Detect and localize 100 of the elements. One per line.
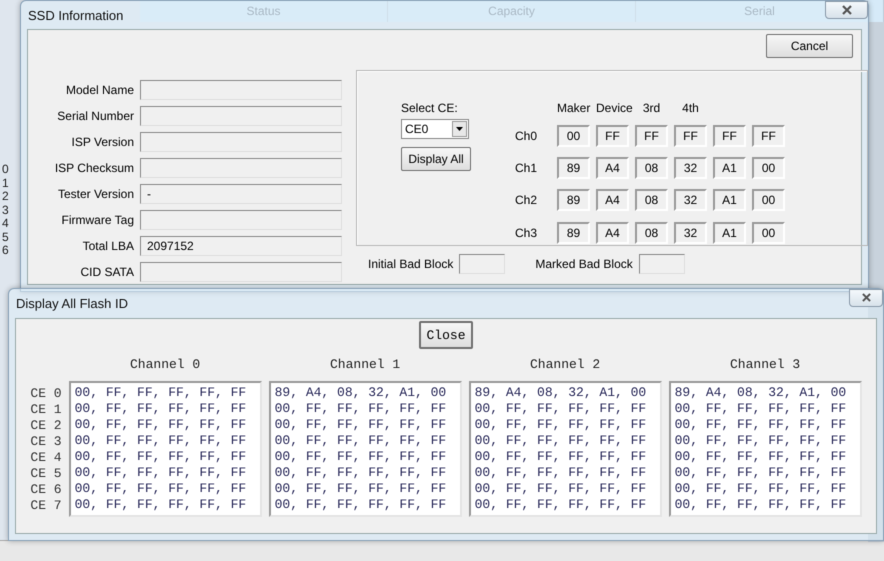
close-icon [840, 5, 852, 15]
ce-label: CE 5 [30, 466, 62, 482]
input-field[interactable]: - [140, 184, 342, 204]
close-icon [860, 293, 872, 302]
display-all-button[interactable]: Display All [401, 147, 471, 171]
id-row-text: 00, FF, FF, FF, FF, FF [274, 401, 448, 417]
id-row-text: 00, FF, FF, FF, FF, FF [474, 433, 648, 449]
row-number: 5 [2, 230, 9, 244]
ce-label: CE 3 [30, 434, 62, 450]
byte-field: 00 [752, 189, 785, 212]
field-label: ISP Checksum [54, 161, 134, 175]
caret-icon [456, 127, 463, 131]
id-row-text: 00, FF, FF, FF, FF, FF [74, 417, 248, 433]
id-row-text: 00, FF, FF, FF, FF, FF [274, 433, 448, 449]
field-label: Serial Number [56, 109, 134, 123]
byte-field: 08 [635, 222, 668, 244]
window-title: SSD Information [28, 8, 124, 22]
field-label: Tester Version [56, 187, 134, 201]
input-field[interactable] [140, 262, 342, 282]
byte-field: 08 [635, 189, 668, 212]
row-number: 0 [2, 163, 9, 176]
byte-field: A4 [596, 189, 629, 212]
id-row-text: 00, FF, FF, FF, FF, FF [274, 465, 448, 481]
id-row-text: 00, FF, FF, FF, FF, FF [74, 465, 248, 481]
channel-label: Ch1 [515, 160, 538, 175]
row-number: 6 [2, 244, 9, 258]
field-label: Select CE: [401, 101, 459, 115]
byte-field: 08 [635, 156, 668, 179]
byte-field: 89 [557, 156, 590, 179]
field-label: Initial Bad Block [368, 257, 454, 271]
field-label: Total LBA [82, 239, 134, 253]
id-row-text: 00, FF, FF, FF, FF, FF [74, 481, 248, 497]
column-header: 3rd [642, 102, 662, 114]
channel-title: Channel 3 [730, 357, 800, 373]
window-title: Display All Flash ID [16, 296, 128, 311]
close-button[interactable] [825, 1, 868, 19]
channel-label: Ch3 [515, 226, 538, 240]
input-field[interactable] [140, 80, 342, 100]
id-row-text: 00, FF, FF, FF, FF, FF [674, 449, 848, 465]
column-header: Maker [557, 102, 590, 114]
field-label: Marked Bad Block [535, 257, 633, 271]
byte-field: FF [752, 124, 785, 147]
ce-label: CE 0 [30, 386, 62, 402]
field-label: Model Name [64, 83, 134, 97]
byte-field: A1 [713, 156, 746, 179]
id-row-text: 89, A4, 08, 32, A1, 00 [674, 385, 848, 401]
byte-field: A4 [596, 156, 629, 179]
field-label: CID SATA [79, 265, 134, 279]
byte-field: A4 [596, 222, 629, 244]
id-row-text: 00, FF, FF, FF, FF, FF [674, 433, 848, 449]
id-row-text: 00, FF, FF, FF, FF, FF [274, 417, 448, 433]
byte-field: 89 [557, 222, 590, 244]
id-row-text: 00, FF, FF, FF, FF, FF [474, 449, 648, 465]
id-row-text: 00, FF, FF, FF, FF, FF [674, 401, 848, 417]
channel-label: Ch0 [515, 128, 538, 143]
row-number: 2 [2, 190, 9, 204]
ce-label: CE 1 [30, 402, 62, 418]
ce-label: CE 2 [30, 418, 62, 434]
id-row-text: 89, A4, 08, 32, A1, 00 [474, 385, 648, 401]
byte-field: A1 [713, 189, 746, 212]
row-number: 3 [2, 204, 9, 217]
byte-field: FF [674, 124, 707, 147]
id-row-text: 00, FF, FF, FF, FF, FF [74, 401, 248, 417]
ce-label: CE 4 [30, 450, 62, 466]
input-field[interactable] [638, 254, 685, 274]
input-field[interactable] [140, 210, 342, 230]
id-row-text: 00, FF, FF, FF, FF, FF [474, 481, 648, 497]
field-label: ISP Version [70, 135, 134, 149]
field-label: Firmware Tag [60, 213, 134, 227]
id-row-text: 00, FF, FF, FF, FF, FF [474, 401, 648, 417]
input-field[interactable]: 2097152 [140, 236, 342, 256]
input-field[interactable] [140, 106, 342, 126]
byte-field: 32 [674, 156, 707, 179]
input-field[interactable] [140, 158, 342, 178]
ce-label: CE 7 [30, 498, 62, 514]
id-row-text: 00, FF, FF, FF, FF, FF [674, 481, 848, 497]
id-row-text: 00, FF, FF, FF, FF, FF [74, 385, 248, 401]
byte-field: A1 [713, 222, 746, 244]
byte-field: FF [635, 124, 668, 147]
id-row-text: 89, A4, 08, 32, A1, 00 [274, 385, 448, 401]
byte-field: FF [596, 124, 629, 147]
input-field[interactable] [140, 132, 342, 152]
channel-title: Channel 0 [130, 357, 200, 373]
id-row-text: 00, FF, FF, FF, FF, FF [474, 417, 648, 433]
cancel-button[interactable]: Cancel [766, 34, 853, 58]
input-field[interactable] [459, 254, 506, 274]
ce-dropdown[interactable]: CE0 [401, 119, 469, 139]
byte-field: 00 [752, 156, 785, 179]
byte-field: 32 [674, 189, 707, 212]
id-row-text: 00, FF, FF, FF, FF, FF [274, 497, 448, 513]
byte-field: 32 [674, 222, 707, 244]
row-number: 4 [2, 217, 9, 230]
id-row-text: 00, FF, FF, FF, FF, FF [674, 465, 848, 481]
close-button[interactable]: Close [419, 321, 473, 349]
byte-field: 00 [557, 124, 590, 147]
channel-label: Ch2 [515, 193, 538, 208]
id-row-text: 00, FF, FF, FF, FF, FF [74, 497, 248, 513]
close-button[interactable] [849, 288, 883, 306]
id-row-text: 00, FF, FF, FF, FF, FF [674, 417, 848, 433]
byte-field: 00 [752, 222, 785, 244]
